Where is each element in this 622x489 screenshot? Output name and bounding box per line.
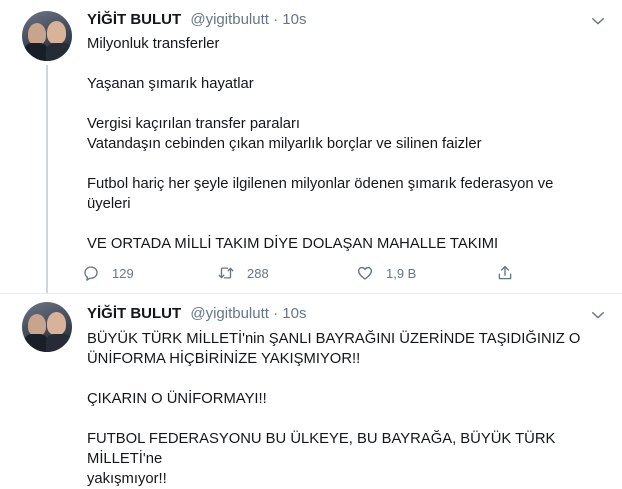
tweet-header: YİĞİT BULUT @yigitbulutt · 10s [87, 10, 306, 30]
text-line: FUTBOL FEDERASYONU BU ÜLKEYE, BU BAYRAĞA… [87, 431, 556, 467]
tweet-feed: YİĞİT BULUT @yigitbulutt · 10s Milyonluk… [0, 0, 622, 487]
text-line: VE ORTADA MİLLİ TAKIM DİYE DOLAŞAN MAHAL… [87, 236, 499, 252]
chevron-down-icon[interactable] [589, 12, 607, 30]
avatar-figure [24, 43, 48, 61]
tweet-paragraph: Yaşanan şımarık hayatlar [87, 74, 607, 94]
avatar-figure [28, 314, 46, 336]
author-name[interactable]: YİĞİT BULUT [87, 11, 181, 28]
text-line: yakışmıyor!! [87, 471, 167, 487]
text-line: Milyonluk transferler [87, 36, 220, 52]
retweet-button[interactable]: 288 [217, 262, 269, 284]
avatar-figure [46, 43, 72, 61]
chevron-down-icon[interactable] [589, 306, 607, 324]
tweet[interactable]: YİĞİT BULUT @yigitbulutt · 10s BÜYÜK TÜR… [0, 294, 622, 487]
retweet-count: 288 [247, 265, 269, 281]
like-count: 1,9 B [386, 265, 417, 281]
tweet[interactable]: YİĞİT BULUT @yigitbulutt · 10s Milyonluk… [0, 0, 622, 294]
reply-icon [84, 266, 98, 281]
tweet-actions: 129 288 1,9 B [82, 262, 522, 284]
tweet-text: BÜYÜK TÜRK MİLLETİ'nin ŞANLI BAYRAĞINI Ü… [87, 329, 607, 489]
tweet-text: Milyonluk transferler Yaşanan şımarık ha… [87, 34, 607, 254]
separator-dot: · [273, 305, 279, 322]
avatar[interactable] [22, 302, 72, 352]
reply-button[interactable]: 129 [82, 262, 134, 284]
share-button[interactable] [496, 262, 514, 284]
tweet-timestamp[interactable]: 10s [282, 305, 306, 322]
share-icon [498, 265, 512, 280]
separator-dot: · [273, 11, 279, 28]
tweet-header: YİĞİT BULUT @yigitbulutt · 10s [87, 304, 306, 324]
heart-icon [357, 266, 373, 280]
text-line: Futbol hariç her şeyle ilgilenen milyonl… [87, 176, 554, 192]
thread-line [46, 65, 48, 293]
tweet-timestamp[interactable]: 10s [282, 11, 306, 28]
tweet-paragraph: Milyonluk transferler [87, 34, 607, 54]
text-line: üyeleri [87, 196, 131, 212]
avatar-figure [47, 312, 66, 335]
text-line: Vatandaşın cebinden çıkan milyarlık borç… [87, 136, 482, 152]
text-line: BÜYÜK TÜRK MİLLETİ'nin ŞANLI BAYRAĞINI Ü… [87, 331, 581, 347]
text-line: ÇIKARIN O ÜNİFORMAYI!! [87, 391, 267, 407]
tweet-paragraph: FUTBOL FEDERASYONU BU ÜLKEYE, BU BAYRAĞA… [87, 429, 607, 489]
tweet-paragraph: VE ORTADA MİLLİ TAKIM DİYE DOLAŞAN MAHAL… [87, 234, 607, 254]
author-handle[interactable]: @yigitbulutt [190, 11, 269, 28]
tweet-paragraph: Vergisi kaçırılan transfer paraları Vatan… [87, 114, 607, 154]
tweet-paragraph: ÇIKARIN O ÜNİFORMAYI!! [87, 389, 607, 409]
author-name[interactable]: YİĞİT BULUT [87, 305, 181, 322]
text-line: Yaşanan şımarık hayatlar [87, 76, 254, 92]
tweet-paragraph: Futbol hariç her şeyle ilgilenen milyonl… [87, 174, 607, 214]
text-line: Vergisi kaçırılan transfer paraları [87, 116, 301, 132]
text-line: ÜNİFORMA HİÇBİRİNİZE YAKIŞMIYOR!! [87, 351, 361, 367]
avatar-figure [46, 334, 72, 352]
author-handle[interactable]: @yigitbulutt [190, 305, 269, 322]
avatar-figure [24, 334, 48, 352]
reply-count: 129 [112, 265, 134, 281]
tweet-paragraph: BÜYÜK TÜRK MİLLETİ'nin ŞANLI BAYRAĞINI Ü… [87, 329, 607, 369]
retweet-icon [218, 267, 234, 279]
avatar[interactable] [22, 11, 72, 61]
avatar-figure [28, 23, 46, 45]
avatar-figure [47, 21, 66, 44]
like-button[interactable]: 1,9 B [356, 262, 416, 284]
